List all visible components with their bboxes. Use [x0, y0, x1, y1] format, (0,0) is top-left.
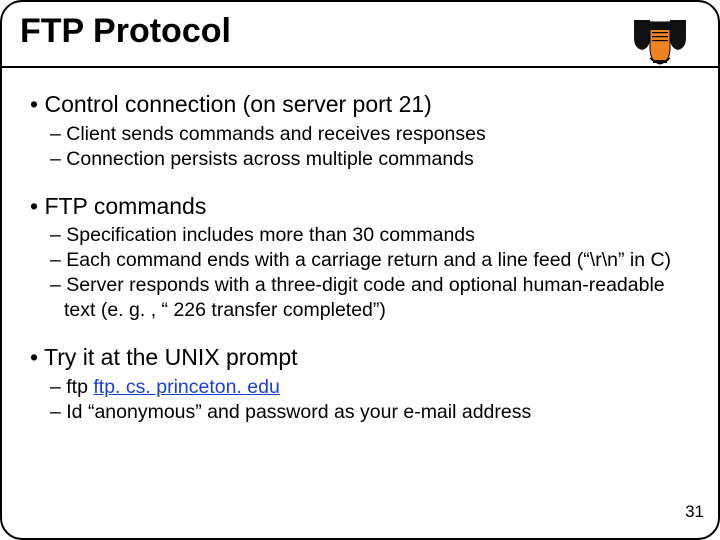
- slide-title: FTP Protocol: [20, 12, 700, 57]
- dash-glyph: –: [50, 224, 66, 246]
- bullet-glyph: •: [30, 193, 44, 219]
- dash-glyph: –: [50, 148, 66, 170]
- title-area: FTP Protocol: [20, 12, 700, 57]
- sub-text: Specification includes more than 30 comm…: [66, 224, 475, 246]
- bullet-level2: – Id “anonymous” and password as your e-…: [30, 400, 694, 425]
- bullet-text: FTP commands: [44, 193, 206, 219]
- sub-text: Client sends commands and receives respo…: [66, 123, 485, 145]
- bullet-glyph: •: [30, 344, 44, 370]
- sub-text: Id “anonymous” and password as your e-ma…: [66, 401, 531, 423]
- sub-text: Connection persists across multiple comm…: [66, 148, 474, 170]
- bullet-level1: • Control connection (on server port 21): [30, 90, 694, 119]
- dash-glyph: –: [50, 401, 66, 423]
- bullet-level2: – Specification includes more than 30 co…: [30, 223, 694, 248]
- slide-body: • Control connection (on server port 21)…: [30, 90, 694, 425]
- bullet-level2: – Connection persists across multiple co…: [30, 147, 694, 172]
- dash-glyph: –: [50, 249, 66, 271]
- sub-text: Each command ends with a carriage return…: [66, 249, 671, 271]
- bullet-text: Control connection (on server port 21): [44, 91, 431, 117]
- spacer: [30, 172, 694, 192]
- bullet-level1: • Try it at the UNIX prompt: [30, 343, 694, 372]
- bullet-level2: – Each command ends with a carriage retu…: [30, 248, 694, 273]
- dash-glyph: –: [50, 123, 66, 145]
- bullet-level2: – Server responds with a three-digit cod…: [30, 273, 694, 323]
- dash-glyph: –: [50, 376, 66, 398]
- title-underline: [2, 66, 718, 68]
- bullet-glyph: •: [30, 91, 44, 117]
- bullet-level1: • FTP commands: [30, 192, 694, 221]
- princeton-shield-logo: [628, 16, 692, 66]
- bullet-text: Try it at the UNIX prompt: [44, 344, 298, 370]
- bullet-level2: – ftp ftp. cs. princeton. edu: [30, 375, 694, 400]
- slide-frame: FTP Protocol • Control connection (on se…: [0, 0, 720, 540]
- page-number: 31: [685, 502, 704, 522]
- sub-text-prefix: ftp: [66, 376, 93, 398]
- ftp-host-link[interactable]: ftp. cs. princeton. edu: [93, 376, 279, 398]
- sub-text: Server responds with a three-digit code …: [64, 274, 665, 321]
- spacer: [30, 323, 694, 343]
- bullet-level2: – Client sends commands and receives res…: [30, 122, 694, 147]
- dash-glyph: –: [50, 274, 66, 296]
